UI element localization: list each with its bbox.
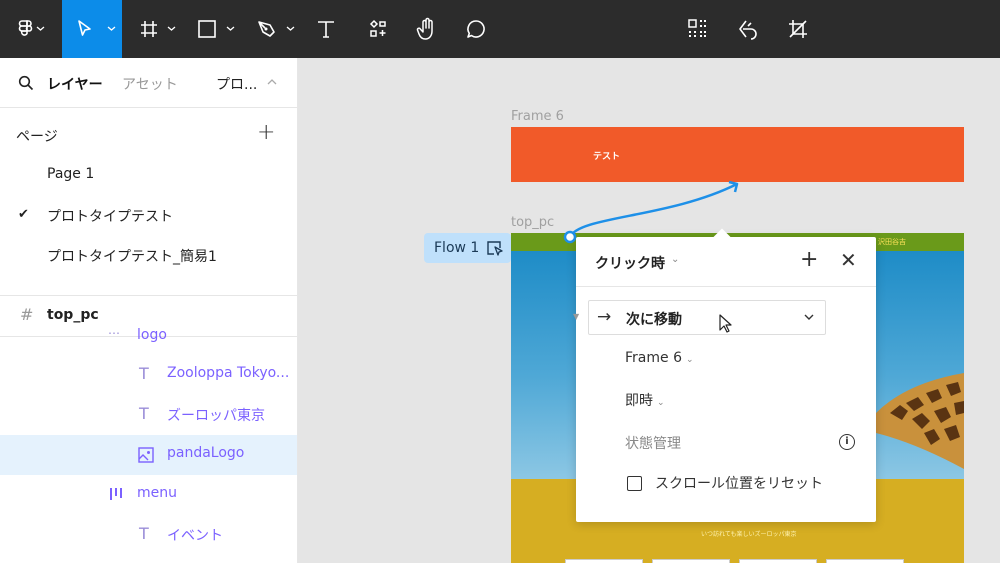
components-button[interactable]: [358, 0, 398, 58]
tab-prototype[interactable]: プロ...: [216, 74, 257, 94]
crop-icon: [789, 20, 807, 38]
layer-event[interactable]: T イベント: [0, 515, 297, 555]
action-label: 次に移動: [626, 312, 682, 328]
text-tool-icon: [318, 21, 334, 38]
crop-button[interactable]: [778, 0, 818, 58]
grid-select-button[interactable]: [678, 0, 718, 58]
canvas[interactable]: Frame 6 テスト top_pc 沢田谷吉 いつ訪れても楽しいズーロッパ東京: [299, 58, 1000, 563]
add-interaction-button[interactable]: +: [800, 249, 818, 271]
destination-label: Frame 6: [625, 350, 682, 366]
layer-label: イベント: [167, 528, 223, 544]
chevron-down-icon: ⌄: [685, 355, 694, 365]
left-panel: レイヤー アセット プロ... ページ + Page 1 ✔ プロトタイプテスト…: [0, 58, 298, 563]
layer-label: logo: [137, 327, 167, 343]
page-item-page-1[interactable]: Page 1: [47, 166, 94, 182]
tab-layers[interactable]: レイヤー: [47, 74, 103, 94]
layer-label: menu: [137, 485, 177, 501]
layer-zooloppa-tokyo[interactable]: T Zooloppa Tokyo...: [0, 355, 297, 395]
top-pc-header-text: 沢田谷吉: [878, 238, 906, 246]
layer-label: ズーロッパ東京: [167, 408, 265, 424]
move-tool-button[interactable]: [62, 0, 122, 58]
text-layer-icon: T: [139, 404, 149, 423]
text-tool-button[interactable]: [306, 0, 346, 58]
chevron-up-icon[interactable]: [267, 78, 277, 86]
frame6-text: テスト: [593, 152, 621, 162]
layer-panda-logo[interactable]: pandaLogo: [0, 435, 297, 475]
chevron-down-icon: [167, 26, 176, 31]
reset-scroll-label[interactable]: スクロール位置をリセット: [655, 473, 823, 493]
figma-menu-icon: [18, 20, 33, 36]
frame6-label[interactable]: Frame 6: [511, 109, 564, 124]
components-icon: [369, 19, 386, 37]
destination-select[interactable]: Frame 6 ⌄: [625, 350, 694, 366]
search-icon[interactable]: [18, 75, 34, 91]
card-thumbnail: [565, 559, 643, 563]
pen-tool-button[interactable]: [248, 0, 300, 58]
animation-select[interactable]: 即時 ⌄: [625, 390, 665, 410]
link-button[interactable]: [728, 0, 768, 58]
state-management-label: 状態管理: [625, 436, 681, 452]
layer-zooloppa-jp[interactable]: T ズーロッパ東京: [0, 395, 297, 435]
chevron-down-icon: [107, 26, 116, 31]
shape-tool-button[interactable]: [188, 0, 240, 58]
animation-label: 即時: [625, 393, 653, 409]
layer-menu[interactable]: menu: [0, 475, 297, 515]
info-icon[interactable]: i: [839, 434, 855, 450]
flow-label: Flow 1: [434, 240, 480, 256]
chevron-down-icon: [36, 26, 45, 31]
toolbar: [0, 0, 1000, 58]
popover-header: クリック時 ⌄ + ✕: [576, 237, 876, 287]
card-thumbnail: [652, 559, 730, 563]
frame-tool-button[interactable]: [130, 0, 182, 58]
mouse-cursor-icon: [719, 314, 732, 333]
action-select[interactable]: → 次に移動: [588, 300, 826, 335]
collapse-caret-icon[interactable]: ▼: [573, 312, 579, 321]
grid-select-icon: [688, 19, 706, 37]
reset-scroll-checkbox[interactable]: [627, 476, 642, 491]
panel-tabs: レイヤー アセット プロ...: [0, 58, 297, 108]
chevron-down-icon: [286, 26, 295, 31]
hand-tool-button[interactable]: [406, 0, 448, 58]
arrow-right-icon: →: [597, 307, 612, 327]
image-layer-icon: [138, 447, 154, 463]
tab-assets[interactable]: アセット: [122, 74, 178, 94]
frame-tool-icon: [141, 21, 157, 37]
comment-tool-icon: [467, 20, 485, 38]
page-item-prototype-test-simple[interactable]: プロトタイプテスト_簡易1: [47, 246, 217, 266]
main-menu-button[interactable]: [0, 0, 52, 58]
chevron-down-icon: ⌄: [657, 398, 665, 408]
layer-label: Zooloppa Tokyo...: [167, 365, 290, 381]
text-layer-icon: T: [139, 524, 149, 543]
pages-header: ページ: [16, 129, 58, 145]
chevron-down-icon: [804, 314, 814, 320]
close-icon[interactable]: ✕: [840, 249, 857, 271]
auto-layout-icon: [110, 488, 122, 500]
frame6[interactable]: テスト: [511, 127, 964, 182]
chevron-down-icon: [226, 26, 235, 31]
text-layer-icon: T: [139, 364, 149, 383]
add-page-button[interactable]: +: [257, 122, 275, 144]
layer-logo[interactable]: ⋯ logo: [0, 321, 297, 345]
card-thumbnail: [826, 559, 904, 563]
top-pc-label[interactable]: top_pc: [511, 215, 554, 230]
flow-starting-point[interactable]: Flow 1: [424, 233, 511, 263]
layer-label: pandaLogo: [167, 445, 245, 461]
giraffe-image: [876, 373, 964, 469]
comment-tool-button[interactable]: [456, 0, 496, 58]
checkmark-icon: ✔: [18, 207, 29, 222]
group-icon: ⋯: [108, 326, 120, 340]
pen-tool-icon: [258, 21, 275, 37]
interaction-popover: クリック時 ⌄ + ✕ ▼ → 次に移動 Frame 6 ⌄ 即時 ⌄ 状態管理 i…: [573, 228, 876, 522]
shape-tool-icon: [198, 20, 216, 38]
chevron-down-icon[interactable]: ⌄: [671, 254, 679, 265]
page-item-prototype-test[interactable]: プロトタイプテスト: [47, 206, 173, 226]
trigger-select[interactable]: クリック時: [595, 253, 665, 273]
yellow-section-text: いつ訪れても楽しいズーロッパ東京: [701, 531, 797, 538]
play-prototype-icon[interactable]: [487, 240, 503, 256]
link-icon: [739, 20, 757, 40]
move-tool-icon: [78, 20, 91, 36]
hand-tool-icon: [416, 17, 433, 40]
card-thumbnail: [739, 559, 817, 563]
